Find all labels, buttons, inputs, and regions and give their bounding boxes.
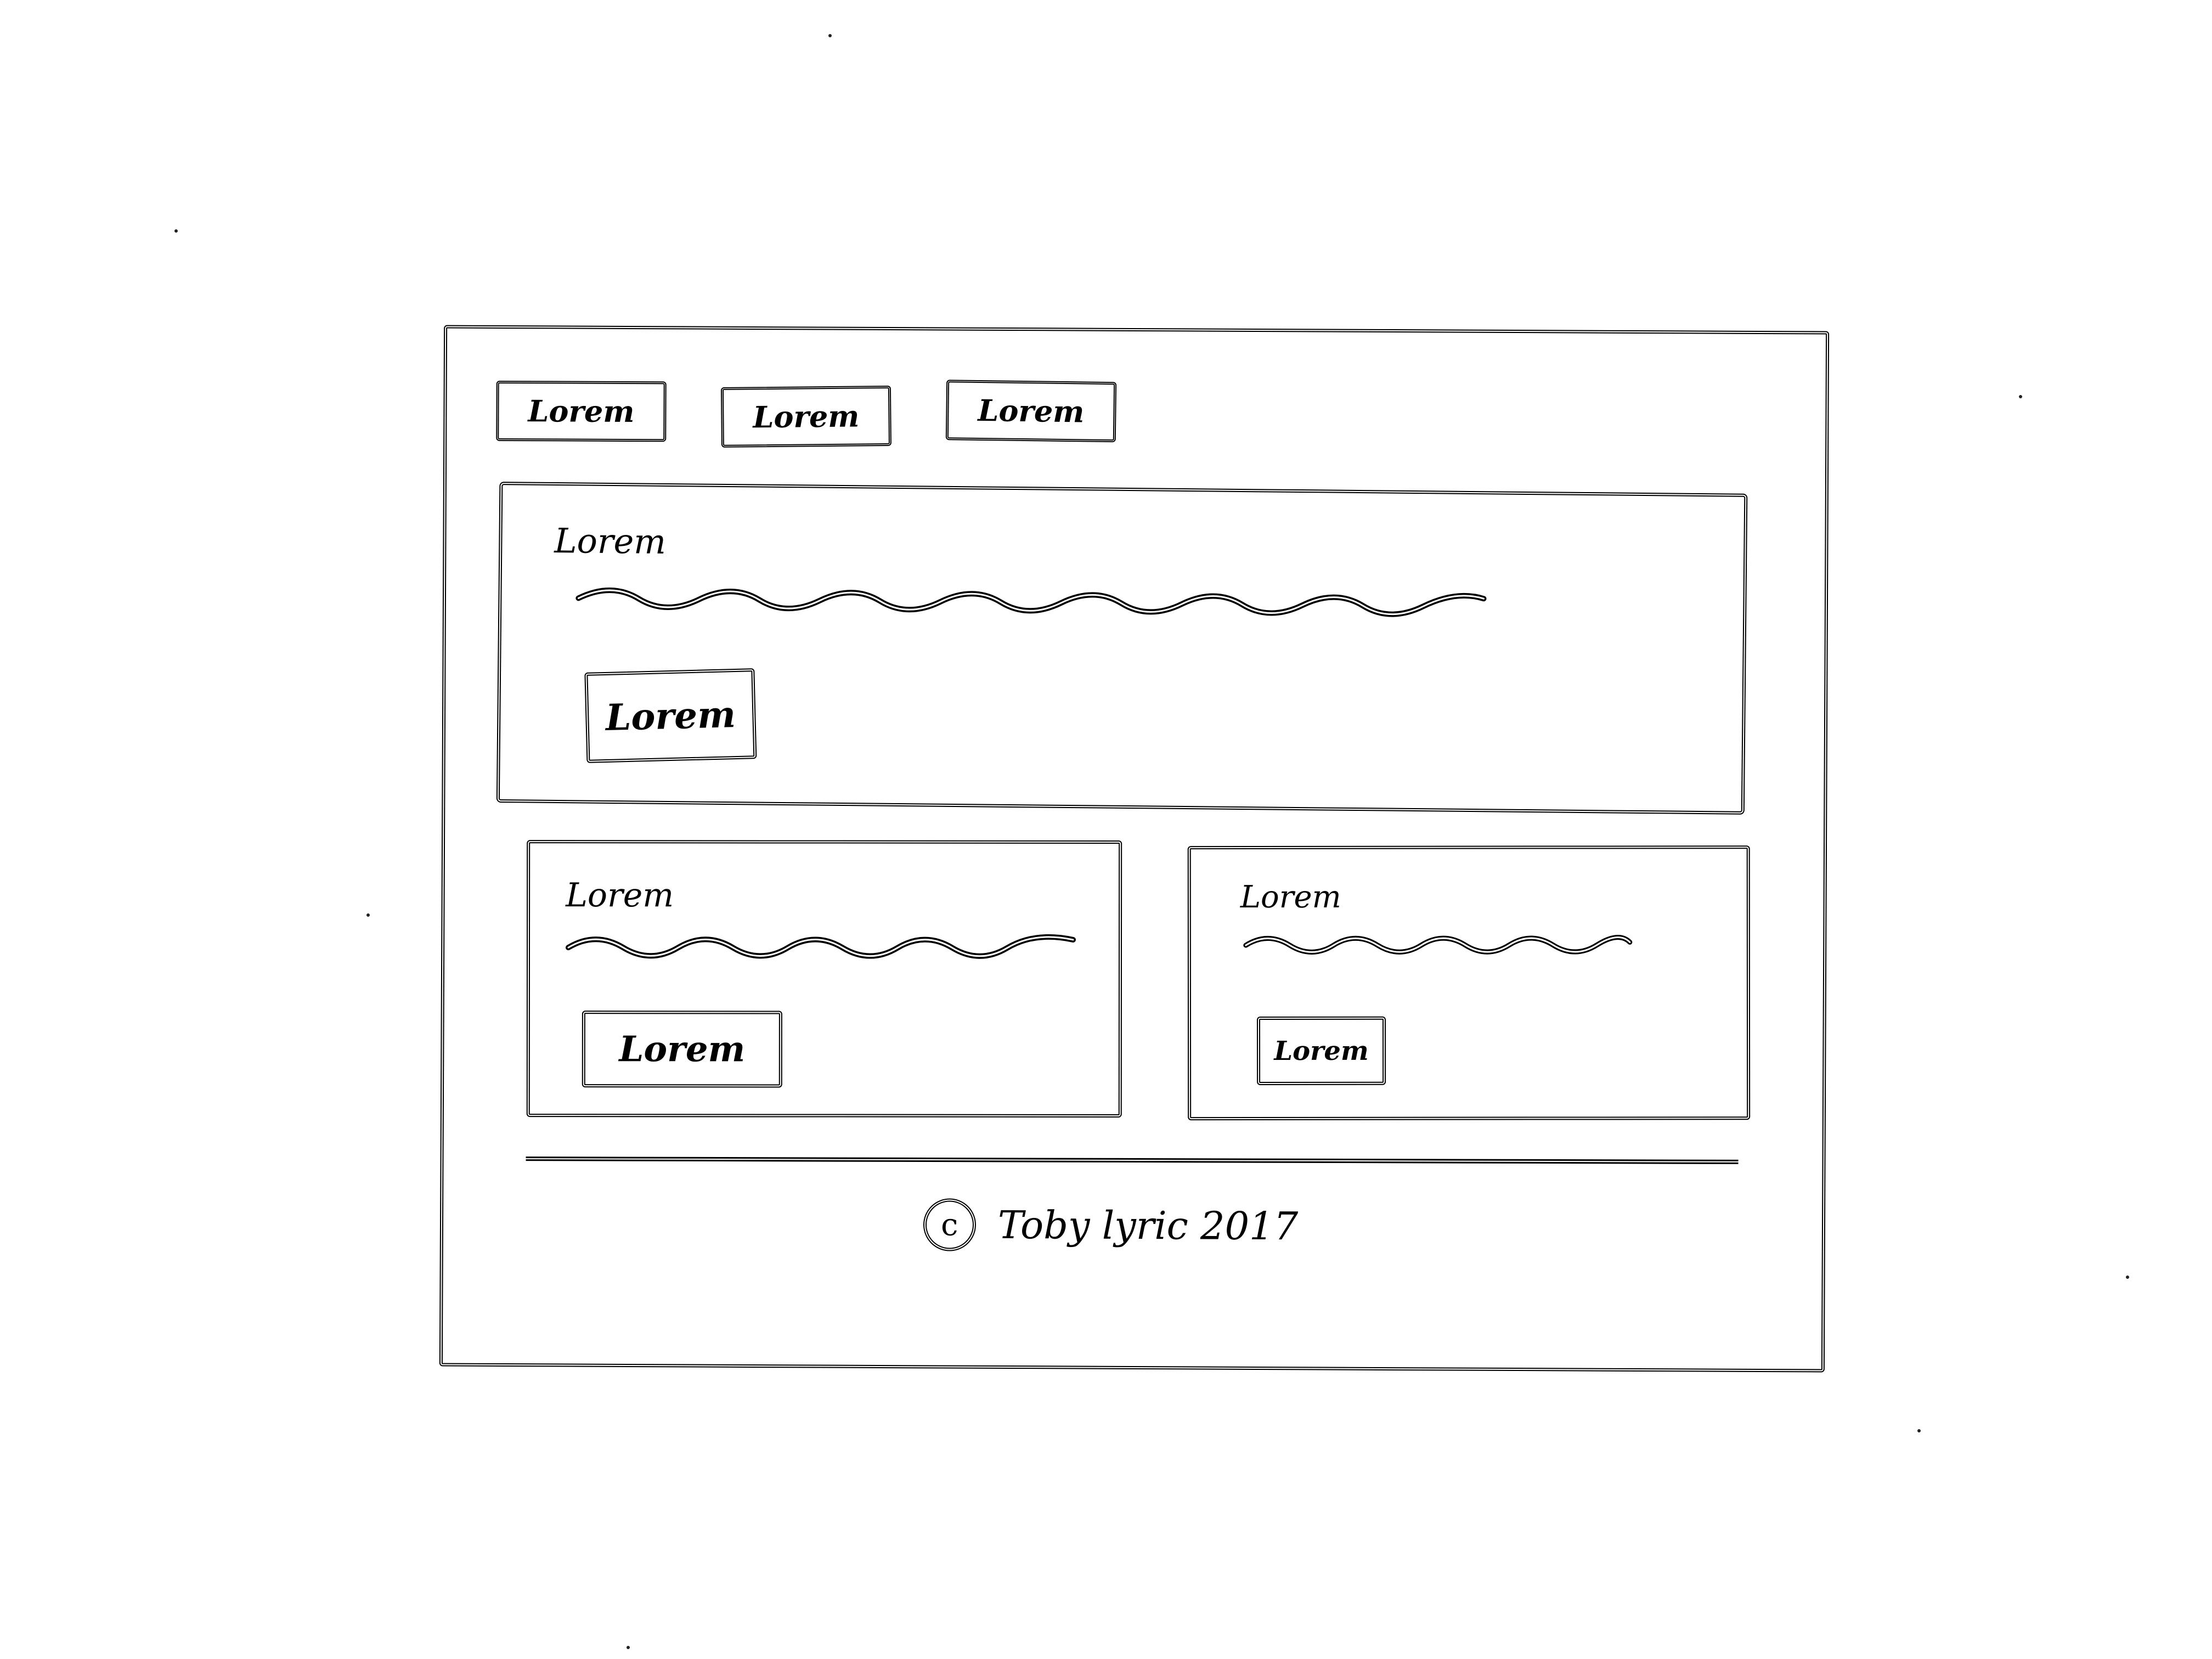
nav-button-2[interactable]: Lorem (720, 385, 891, 448)
page-frame: Lorem Lorem Lorem Lorem Lorem Lorem Lore… (439, 325, 1830, 1373)
card-left-text-placeholder (566, 934, 1076, 959)
paper-speck (1917, 1429, 1921, 1432)
paper-speck (828, 34, 832, 37)
top-nav: Lorem Lorem Lorem (496, 380, 1117, 448)
hero-text-placeholder (575, 588, 1487, 617)
paper-speck (2126, 1276, 2129, 1279)
hero-title: Lorem (554, 520, 667, 562)
paper-speck (174, 229, 178, 233)
hero-card: Lorem Lorem (496, 481, 1748, 815)
nav-button-1[interactable]: Lorem (496, 380, 667, 442)
paper-speck (366, 913, 370, 917)
footer-text: Toby lyric 2017 (997, 1202, 1299, 1249)
paper-speck (2019, 395, 2022, 398)
feature-card-right: Lorem Lorem (1187, 845, 1751, 1121)
copyright-icon: c (923, 1198, 977, 1251)
card-right-button[interactable]: Lorem (1256, 1016, 1386, 1086)
footer-divider (526, 1156, 1739, 1164)
card-left-title: Lorem (566, 876, 674, 915)
feature-card-left: Lorem Lorem (526, 840, 1122, 1118)
card-left-button[interactable]: Lorem (582, 1011, 782, 1088)
nav-button-3[interactable]: Lorem (945, 380, 1117, 443)
card-right-title: Lorem (1240, 879, 1341, 916)
card-right-text-placeholder (1243, 935, 1633, 955)
hero-button[interactable]: Lorem (584, 668, 757, 763)
paper-speck (627, 1646, 630, 1649)
footer: c Toby lyric 2017 (443, 1197, 1822, 1255)
